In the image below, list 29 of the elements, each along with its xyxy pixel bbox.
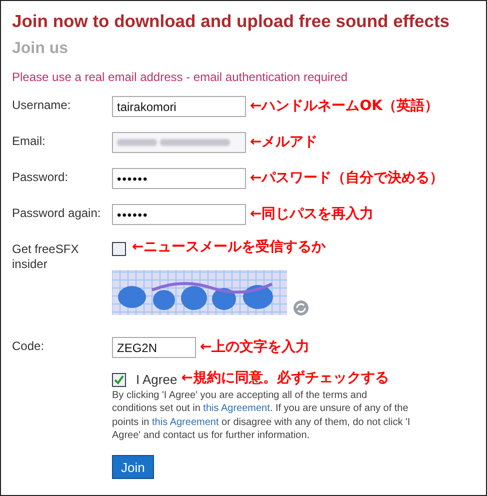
annotation-text: ←パスワード（自分で決める） xyxy=(250,169,444,188)
notice-text: Please use a real email address - email authentication required xyxy=(12,69,349,85)
email-field[interactable] xyxy=(112,132,246,153)
checkbox-label: I Agree xyxy=(136,371,178,389)
field-label: Email: xyxy=(12,133,46,149)
code-field[interactable]: ZEG2N xyxy=(112,337,196,358)
page-title: Join now to download and upload free sound effects xyxy=(12,10,451,33)
field-label: Code: xyxy=(12,338,46,354)
checkbox[interactable] xyxy=(112,373,126,387)
field-label: Username: xyxy=(12,97,72,113)
annotation-text: ←ハンドルネームOK（英語） xyxy=(250,97,438,116)
password-field[interactable]: •••••• xyxy=(112,204,246,225)
field-label: Password: xyxy=(12,169,70,185)
field-label: Get freeSFX insider xyxy=(12,241,80,272)
agreement-link[interactable]: this Agreement xyxy=(203,403,270,414)
terms-paragraph: By clicking 'I Agree' you are accepting all of the terms and conditions set out in this Agreement. If you are unsure of any of the points in this Agreement or disagree with any of them, do not click 'I Agree' and contact us for further information. xyxy=(112,389,412,442)
join-button[interactable]: Join xyxy=(112,455,154,480)
section-heading: Join us xyxy=(12,39,70,59)
annotation-text: ←上の文字を入力 xyxy=(200,338,310,357)
field-label: Password again: xyxy=(12,205,102,221)
annotation-text: ←規約に同意。必ずチェックする xyxy=(181,369,389,388)
annotation-text: ←同じパスを再入力 xyxy=(250,205,374,224)
agreement-link[interactable]: this Agreement xyxy=(152,416,219,428)
refresh-icon[interactable] xyxy=(293,300,309,316)
annotation-text: ←ニュースメールを受信するか xyxy=(132,238,326,257)
text-field[interactable]: tairakomori xyxy=(112,96,246,117)
annotation-text: ←メルアド xyxy=(250,133,318,152)
password-field[interactable]: •••••• xyxy=(112,168,246,189)
checkbox[interactable] xyxy=(112,242,126,256)
